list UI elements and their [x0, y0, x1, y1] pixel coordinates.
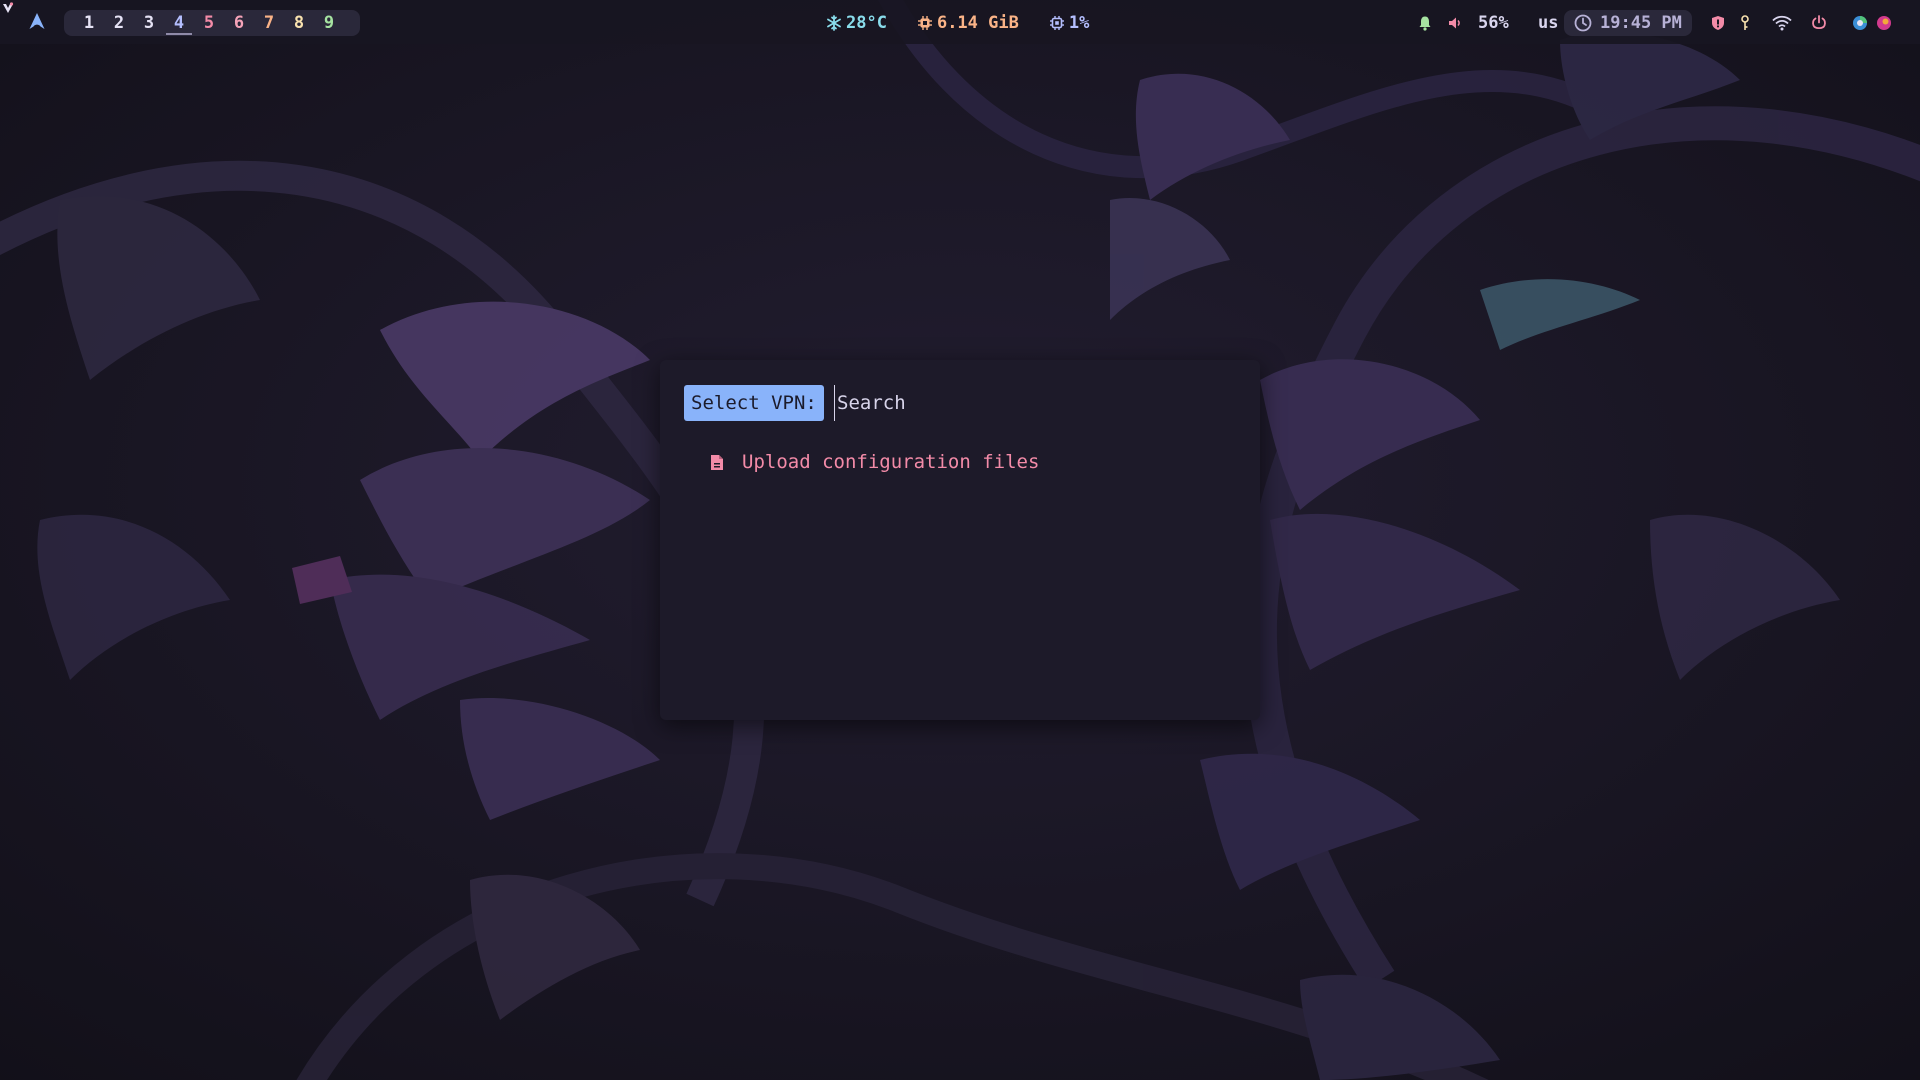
search-input[interactable]	[834, 385, 1234, 421]
cpu-stat[interactable]: 1%	[1049, 13, 1089, 33]
workspace-2[interactable]: 2	[104, 10, 134, 36]
list-item-label: Upload configuration files	[742, 451, 1040, 473]
app-tray-icon[interactable]	[1874, 10, 1894, 36]
memory-chip-icon	[917, 16, 932, 30]
workspace-7[interactable]: 7	[254, 10, 284, 36]
app-corner-icon	[3, 2, 14, 13]
workspace-6[interactable]: 6	[224, 10, 254, 36]
cpu-icon	[1049, 16, 1064, 30]
memory-stat[interactable]: 6.14 GiB	[917, 13, 1019, 33]
shield-icon[interactable]	[1708, 10, 1728, 36]
clock-icon	[1574, 14, 1592, 32]
clock-time: 19:45 PM	[1600, 13, 1682, 33]
snowflake-icon	[827, 15, 841, 31]
vpn-selector-dialog: Select VPN: Upload configuration files	[660, 360, 1260, 720]
cpu-value: 1%	[1068, 13, 1090, 33]
top-bar: 1 2 3 4 5 6 7 8 9 28°C 6.14 GiB 1% 56% u…	[0, 0, 1920, 44]
file-icon	[711, 454, 723, 470]
keyboard-layout[interactable]: us	[1538, 10, 1558, 36]
workspace-1[interactable]: 1	[74, 10, 104, 36]
workspace-3[interactable]: 3	[134, 10, 164, 36]
search-field	[834, 385, 1234, 421]
temperature-stat[interactable]: 28°C	[826, 13, 887, 33]
clock[interactable]: 19:45 PM	[1564, 10, 1692, 36]
arch-logo-icon[interactable]	[28, 12, 46, 30]
notification-bell-icon[interactable]	[1414, 10, 1436, 36]
list-item-upload-config[interactable]: Upload configuration files	[710, 448, 1210, 476]
workspace-5[interactable]: 5	[194, 10, 224, 36]
status-area: 56% us 19:45 PM	[1414, 10, 1914, 36]
temperature-value: 28°C	[846, 13, 887, 33]
volume-icon[interactable]	[1444, 10, 1466, 36]
volume-level[interactable]: 56%	[1478, 10, 1509, 36]
memory-value: 6.14 GiB	[936, 13, 1019, 33]
key-icon[interactable]	[1736, 10, 1754, 36]
workspace-9[interactable]: 9	[314, 10, 344, 36]
workspace-switcher: 1 2 3 4 5 6 7 8 9	[64, 10, 360, 36]
workspace-8[interactable]: 8	[284, 10, 314, 36]
prompt-label: Select VPN:	[684, 385, 824, 421]
wifi-icon[interactable]	[1770, 10, 1794, 36]
browser-tray-icon[interactable]	[1850, 10, 1870, 36]
workspace-4[interactable]: 4	[164, 10, 194, 36]
power-icon[interactable]	[1808, 10, 1830, 36]
system-stats: 28°C 6.14 GiB 1%	[826, 11, 1119, 35]
